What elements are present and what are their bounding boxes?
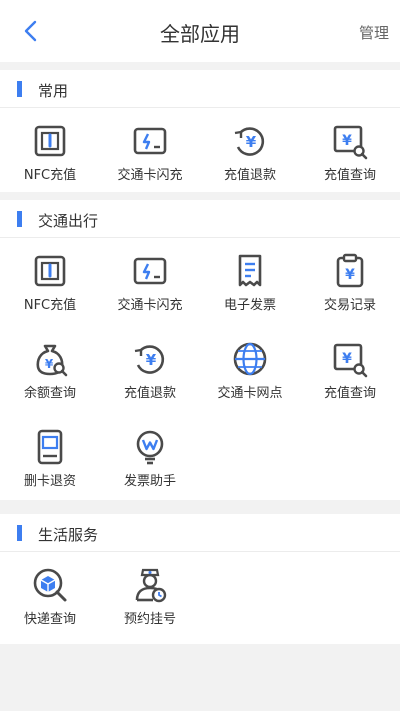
app-tile-flash-charge[interactable]: 交通卡闪充 — [100, 238, 200, 322]
app-tile-nfc-card[interactable]: NFC充值 — [0, 238, 100, 322]
manage-button[interactable]: 管理 — [359, 22, 389, 43]
app-grid: NFC充值 交通卡闪充 ¥ 充值退款 ¥ 充值查询 — [0, 108, 400, 192]
svg-text:¥: ¥ — [45, 357, 54, 371]
section-transport: 交通出行 NFC充值 交通卡闪充 电子发票 ¥ 交易记录 ¥ 余额查询 ¥ 充值退款 交通卡网点 ¥… — [0, 200, 400, 500]
app-tile-parcel-search[interactable]: 快递查询 — [0, 552, 100, 636]
parcel-search-icon — [33, 568, 67, 602]
flash-charge-icon — [133, 257, 167, 285]
refund-icon: ¥ — [234, 127, 265, 156]
app-header: 全部应用 管理 — [0, 0, 400, 62]
section-common: 常用 NFC充值 交通卡闪充 ¥ 充值退款 ¥ 充值查询 — [0, 70, 400, 192]
svg-text:¥: ¥ — [246, 133, 257, 151]
page-title: 全部应用 — [160, 22, 240, 46]
app-tile-label: 充值退款 — [123, 386, 176, 401]
app-tile-label: 交通卡闪充 — [117, 298, 183, 313]
section-life-service: 生活服务 快递查询 预约挂号 — [0, 514, 400, 644]
clipboard-icon: ¥ — [336, 253, 364, 288]
app-tile-label: 电子发票 — [223, 298, 276, 313]
app-tile-label: NFC充值 — [23, 168, 77, 183]
app-tile-recharge-search[interactable]: ¥ 充值查询 — [300, 326, 400, 410]
app-tile-label: 发票助手 — [123, 474, 176, 489]
app-tile-receipt[interactable]: 电子发票 — [200, 238, 300, 322]
app-tile-nfc-card[interactable]: NFC充值 — [0, 108, 100, 192]
app-tile-globe[interactable]: 交通卡网点 — [200, 326, 300, 410]
app-tile-bulb[interactable]: 发票助手 — [100, 414, 200, 498]
app-tile-refund[interactable]: ¥ 充值退款 — [200, 108, 300, 192]
app-tile-label: 快递查询 — [23, 612, 76, 627]
section-title: 常用 — [38, 82, 69, 100]
money-bag-icon: ¥ — [36, 344, 68, 377]
section-title: 交通出行 — [38, 212, 99, 230]
nfc-card-icon — [34, 125, 66, 157]
app-tile-label: 充值查询 — [323, 386, 376, 401]
app-tile-label: 预约挂号 — [123, 612, 176, 627]
bulb-icon — [136, 430, 164, 465]
device-card-icon — [37, 429, 63, 465]
app-tile-label: 充值查询 — [323, 168, 376, 183]
app-tile-label: 删卡退资 — [23, 474, 76, 489]
svg-text:¥: ¥ — [345, 267, 355, 283]
doctor-icon — [135, 568, 167, 603]
app-grid: NFC充值 交通卡闪充 电子发票 ¥ 交易记录 ¥ 余额查询 ¥ 充值退款 交通卡网点 ¥ 充值查询删… — [0, 238, 400, 500]
recharge-search-icon: ¥ — [333, 125, 368, 160]
section-accent-bar — [17, 525, 22, 541]
svg-text:¥: ¥ — [342, 133, 352, 149]
app-tile-label: 交通卡网点 — [217, 386, 283, 401]
app-tile-money-bag[interactable]: ¥ 余额查询 — [0, 326, 100, 410]
app-tile-device-card[interactable]: 删卡退资 — [0, 414, 100, 498]
refund-icon: ¥ — [134, 345, 165, 374]
svg-text:¥: ¥ — [146, 351, 157, 369]
section-accent-bar — [17, 211, 22, 227]
flash-charge-icon — [133, 127, 167, 155]
receipt-icon — [238, 254, 262, 287]
app-tile-refund[interactable]: ¥ 充值退款 — [100, 326, 200, 410]
app-tile-clipboard[interactable]: ¥ 交易记录 — [300, 238, 400, 322]
app-tile-flash-charge[interactable]: 交通卡闪充 — [100, 108, 200, 192]
globe-icon — [233, 342, 267, 376]
section-header: 交通出行 — [0, 200, 400, 238]
section-header: 常用 — [0, 70, 400, 108]
svg-text:¥: ¥ — [342, 351, 352, 367]
section-title: 生活服务 — [38, 526, 99, 544]
section-header: 生活服务 — [0, 514, 400, 552]
app-tile-label: 交通卡闪充 — [117, 168, 183, 183]
recharge-search-icon: ¥ — [333, 343, 368, 378]
app-tile-label: NFC充值 — [23, 298, 77, 313]
app-tile-label: 充值退款 — [223, 168, 276, 183]
app-tile-label: 交易记录 — [323, 298, 376, 313]
nfc-card-icon — [34, 255, 66, 287]
app-tile-doctor[interactable]: 预约挂号 — [100, 552, 200, 636]
app-grid: 快递查询 预约挂号 — [0, 552, 400, 644]
app-tile-recharge-search[interactable]: ¥ 充值查询 — [300, 108, 400, 192]
section-accent-bar — [17, 81, 22, 97]
app-tile-label: 余额查询 — [23, 386, 76, 401]
